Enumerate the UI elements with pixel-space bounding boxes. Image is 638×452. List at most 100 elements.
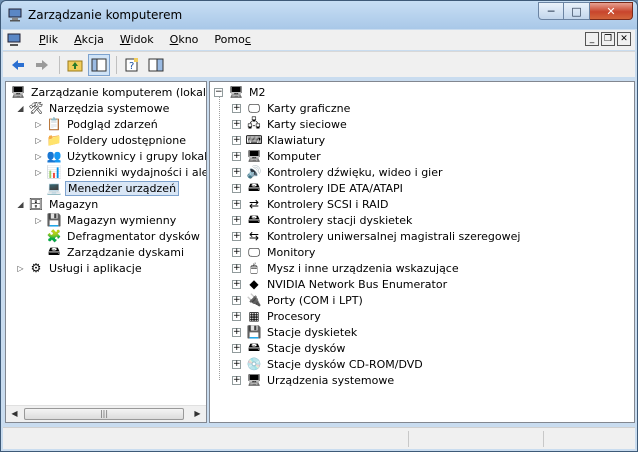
computer-management-icon: 🖥 bbox=[10, 85, 26, 99]
close-button[interactable]: ✕ bbox=[590, 2, 633, 20]
device-category-label: Karty sieciowe bbox=[267, 117, 347, 131]
forward-button[interactable] bbox=[31, 54, 53, 76]
menu-help[interactable]: Pomoc bbox=[206, 30, 258, 50]
expand-box-icon[interactable]: + bbox=[232, 167, 241, 177]
device-category-row[interactable]: + ⌨ Klawiatury bbox=[232, 132, 327, 148]
device-category-row[interactable]: + ◆ NVIDIA Network Bus Enumerator bbox=[232, 276, 449, 292]
expand-box-icon[interactable]: + bbox=[232, 135, 241, 145]
scrollbar-thumb[interactable]: ||| bbox=[24, 408, 184, 420]
minimize-button[interactable]: ─ bbox=[538, 2, 564, 20]
show-hide-console-tree-button[interactable] bbox=[88, 53, 110, 76]
title-bar[interactable]: Zarządzanie komputerem ─ □ ✕ bbox=[1, 1, 637, 29]
tree-node-storage[interactable]: ◢ 🗄 Magazyn bbox=[16, 196, 100, 212]
collapse-triangle-icon[interactable]: ◢ bbox=[16, 104, 25, 113]
system-menu-icon[interactable] bbox=[7, 33, 23, 47]
device-category-row[interactable]: + 🖥 Komputer bbox=[232, 148, 323, 164]
collapse-triangle-icon[interactable]: ◢ bbox=[16, 200, 25, 209]
console-tree-pane[interactable]: 🖥 Zarządzanie komputerem (lokalne ◢ 🛠 Na… bbox=[5, 81, 207, 423]
expand-triangle-icon[interactable]: ▷ bbox=[34, 136, 43, 145]
tree-node-removable-storage[interactable]: ▷ 💾 Magazyn wymienny bbox=[34, 212, 178, 228]
scroll-left-icon[interactable]: ◀ bbox=[6, 406, 23, 422]
expand-triangle-icon[interactable]: ▷ bbox=[34, 152, 43, 161]
scroll-right-icon[interactable]: ▶ bbox=[189, 406, 206, 422]
device-category-row[interactable]: + 🔊 Kontrolery dźwięku, wideo i gier bbox=[232, 164, 445, 180]
menu-window[interactable]: Okno bbox=[162, 30, 207, 50]
menu-action[interactable]: Akcja bbox=[66, 30, 112, 50]
device-category-row[interactable]: + 🖵 Monitory bbox=[232, 244, 317, 260]
device-category-row[interactable]: + 🔌 Porty (COM i LPT) bbox=[232, 292, 365, 308]
expand-triangle-icon[interactable]: ▷ bbox=[34, 120, 43, 129]
device-category-label: Kontrolery uniwersalnej magistrali szere… bbox=[267, 229, 521, 243]
expand-box-icon[interactable]: + bbox=[232, 247, 241, 257]
expand-triangle-icon[interactable]: ▷ bbox=[34, 168, 43, 177]
collapse-box-icon[interactable]: − bbox=[214, 87, 223, 97]
device-category-label: Klawiatury bbox=[267, 133, 326, 147]
menu-file[interactable]: Plik bbox=[31, 30, 66, 50]
tree-node-users-groups[interactable]: ▷ 👥 Użytkownicy i grupy lokaln bbox=[34, 148, 206, 164]
tree-node-disk-management[interactable]: 🖴 Zarządzanie dyskami bbox=[34, 244, 186, 260]
tree-node-device-manager[interactable]: 💻 Menedżer urządzeń bbox=[34, 180, 180, 196]
tree-node-services-apps[interactable]: ▷ ⚙ Usługi i aplikacje bbox=[16, 260, 144, 276]
expand-box-icon[interactable]: + bbox=[232, 359, 241, 369]
device-category-row[interactable]: + 🖱 Mysz i inne urządzenia wskazujące bbox=[232, 260, 461, 276]
device-manager-icon: 💻 bbox=[46, 181, 62, 195]
horizontal-scrollbar[interactable]: ◀ ||| ▶ bbox=[6, 405, 206, 422]
usb-controller-icon: ⇆ bbox=[248, 229, 260, 243]
tree-node-event-viewer[interactable]: ▷ 📋 Podgląd zdarzeń bbox=[34, 116, 160, 132]
device-category-row[interactable]: + 💿 Stacje dysków CD-ROM/DVD bbox=[232, 356, 425, 372]
device-category-label: Stacje dyskietek bbox=[267, 325, 358, 339]
expand-box-icon[interactable]: + bbox=[232, 183, 241, 193]
up-one-level-button[interactable] bbox=[64, 54, 86, 76]
device-root-node[interactable]: − 🖥 M2 bbox=[214, 84, 268, 100]
expand-box-icon[interactable]: + bbox=[232, 119, 241, 129]
storage-icon: 🗄 bbox=[28, 197, 44, 211]
device-category-row[interactable]: + ⇆ Kontrolery uniwersalnej magistrali sze… bbox=[232, 228, 522, 244]
tree-node-root[interactable]: 🖥 Zarządzanie komputerem (lokalne bbox=[10, 84, 206, 100]
device-category-row[interactable]: + 🖥 Urządzenia systemowe bbox=[232, 372, 396, 388]
system-tools-icon: 🛠 bbox=[28, 101, 44, 115]
mdi-minimize-button[interactable]: _ bbox=[585, 32, 599, 46]
tree-node-label: Podgląd zdarzeń bbox=[67, 117, 158, 131]
help-button[interactable]: ? bbox=[121, 54, 143, 76]
expand-triangle-icon[interactable]: ▷ bbox=[16, 264, 25, 273]
device-list-pane[interactable]: − 🖥 M2 + 🖵 Karty graficzne + 🖧 Karty sieciowe… bbox=[209, 81, 635, 423]
mdi-restore-button[interactable]: ❐ bbox=[601, 32, 615, 46]
computer-management-icon bbox=[8, 8, 22, 22]
back-button[interactable] bbox=[7, 54, 29, 76]
expand-triangle-icon[interactable]: ▷ bbox=[34, 216, 43, 225]
mouse-icon: 🖱 bbox=[250, 260, 258, 275]
menu-view[interactable]: Widok bbox=[112, 30, 162, 50]
expand-box-icon[interactable]: + bbox=[232, 375, 241, 385]
expand-box-icon[interactable]: + bbox=[232, 103, 241, 113]
device-category-row[interactable]: + 🖴 Kontrolery stacji dyskietek bbox=[232, 212, 414, 228]
device-category-row[interactable]: + 🖴 Kontrolery IDE ATA/ATAPI bbox=[232, 180, 405, 196]
expand-box-icon[interactable]: + bbox=[232, 311, 241, 321]
device-category-row[interactable]: + 🖧 Karty sieciowe bbox=[232, 116, 349, 132]
maximize-button[interactable]: □ bbox=[564, 2, 590, 20]
tree-node-system-tools[interactable]: ◢ 🛠 Narzędzia systemowe bbox=[16, 100, 171, 116]
device-category-label: Porty (COM i LPT) bbox=[267, 293, 363, 307]
expand-box-icon[interactable]: + bbox=[232, 231, 241, 241]
expand-box-icon[interactable]: + bbox=[232, 279, 241, 289]
expand-box-icon[interactable]: + bbox=[232, 199, 241, 209]
device-category-row[interactable]: + 🖴 Stacje dysków bbox=[232, 340, 347, 356]
mdi-close-button[interactable]: ✕ bbox=[617, 32, 631, 46]
expand-box-icon[interactable]: + bbox=[232, 327, 241, 337]
show-hide-action-pane-button[interactable] bbox=[145, 54, 167, 76]
expand-box-icon[interactable]: + bbox=[232, 263, 241, 273]
expand-box-icon[interactable]: + bbox=[232, 295, 241, 305]
services-apps-icon: ⚙ bbox=[30, 261, 42, 275]
tree-node-perf-logs[interactable]: ▷ 📊 Dzienniki wydajności i aler bbox=[34, 164, 206, 180]
computer-name: M2 bbox=[249, 85, 266, 99]
users-icon: 👥 bbox=[46, 149, 62, 163]
tree-node-label: Usługi i aplikacje bbox=[49, 261, 142, 275]
tree-node-shared-folders[interactable]: ▷ 📁 Foldery udostępnione bbox=[34, 132, 188, 148]
menu-bar: Plik Akcja Widok Okno Pomoc _ ❐ ✕ bbox=[3, 30, 635, 50]
processor-icon: ▦ bbox=[248, 309, 260, 323]
expand-box-icon[interactable]: + bbox=[232, 215, 241, 225]
expand-box-icon[interactable]: + bbox=[232, 151, 241, 161]
device-category-row[interactable]: + ▦ Procesory bbox=[232, 308, 323, 324]
expand-box-icon[interactable]: + bbox=[232, 343, 241, 353]
computer-icon: 🖥 bbox=[228, 85, 244, 99]
action-pane-icon bbox=[148, 58, 164, 71]
